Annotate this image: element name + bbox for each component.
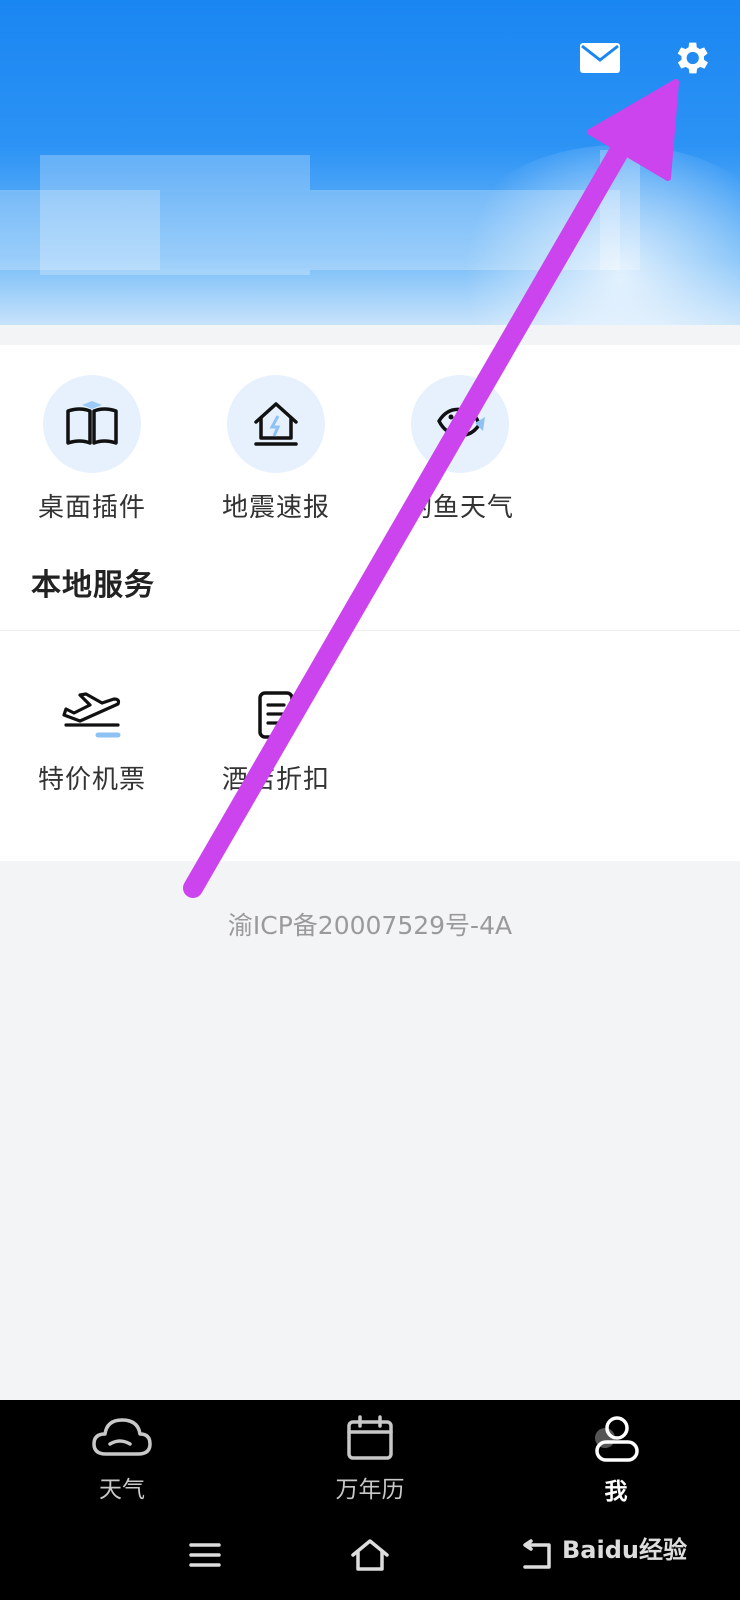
tab-weather[interactable]: 天气 [52,1414,192,1504]
tool-desktop-widget[interactable]: 桌面插件 [17,375,167,524]
baidu-watermark: Baidu经验 [562,1536,687,1564]
tool-label: 钓鱼天气 [405,493,514,523]
icp-license: 渝ICP备20007529号-4A [227,911,513,940]
blurred-profile-block [0,190,160,270]
section-title-local-services: 本地服务 [31,568,155,603]
service-label: 酒店折扣 [221,765,330,795]
calendar-icon [347,1415,393,1460]
profile-header [0,0,740,325]
settings-button[interactable] [667,34,715,82]
tab-me[interactable]: 我 [546,1414,686,1506]
tab-label: 天气 [99,1477,145,1503]
fishing-icon [437,407,485,438]
system-home-button[interactable] [345,1535,395,1575]
widget-book-icon [66,401,118,445]
hotel-document-icon [258,691,294,739]
mail-icon [580,43,620,73]
home-icon [351,1539,389,1571]
tool-icon-bg [411,375,509,473]
earthquake-house-icon [254,402,298,446]
local-services-card: 特价机票 酒店折扣 [0,631,740,861]
system-menu-button[interactable] [180,1535,230,1575]
menu-icon [189,1543,221,1567]
system-back-button[interactable] [510,1535,560,1575]
service-hotel-discount[interactable]: 酒店折扣 [201,681,351,796]
tool-fishing-weather[interactable]: 钓鱼天气 [385,375,535,524]
blurred-profile-block [600,150,640,270]
blurred-profile-block [310,190,620,270]
service-label: 特价机票 [37,765,146,795]
airplane-icon [62,692,121,738]
tool-earthquake-alert[interactable]: 地震速报 [201,375,351,524]
tab-label: 万年历 [335,1477,405,1503]
tool-label: 地震速报 [221,493,330,523]
tab-calendar[interactable]: 万年历 [300,1414,440,1504]
tool-label: 桌面插件 [37,493,146,523]
user-icon [595,1416,639,1462]
tab-label: 我 [604,1479,628,1505]
cloud-icon [92,1418,152,1456]
service-cheap-flights[interactable]: 特价机票 [17,681,167,796]
tool-icon-bg [43,375,141,473]
back-icon [523,1539,551,1569]
tool-icon-bg [227,375,325,473]
mail-button[interactable] [576,34,624,82]
gear-icon [677,42,708,74]
